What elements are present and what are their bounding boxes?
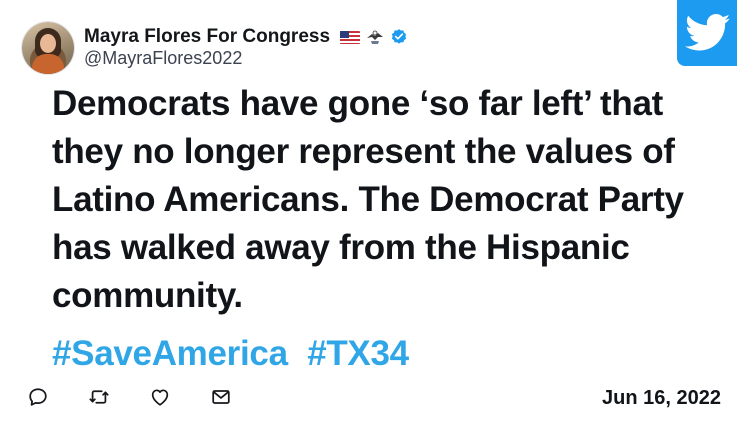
hashtag-link[interactable]: #SaveAmerica — [52, 334, 288, 373]
tweet-text-line: has walked away from the Hispanic — [52, 228, 630, 267]
like-button[interactable] — [148, 385, 172, 409]
tweet-text-line: Democrats have gone ‘so far left’ that — [52, 84, 663, 123]
verified-icon — [391, 29, 407, 44]
eagle-icon — [367, 30, 384, 44]
heart-icon — [151, 389, 169, 406]
hashtag-link[interactable]: #TX34 — [307, 334, 409, 373]
avatar-face — [40, 34, 56, 53]
twitter-bird-icon — [685, 14, 731, 51]
hashtags: #SaveAmerica #TX34 — [52, 332, 409, 376]
author-name-row: Mayra Flores For Congress — [84, 24, 408, 50]
tweet-text: Democrats have gone ‘so far left’ that t… — [52, 80, 737, 320]
retweet-icon — [89, 390, 109, 404]
tweet-card: Mayra Flores For Congress @MayraFlores20… — [0, 0, 737, 429]
avatar-body — [32, 54, 64, 74]
avatar[interactable] — [22, 22, 74, 74]
author-handle[interactable]: @MayraFlores2022 — [84, 48, 242, 69]
author-display-name[interactable]: Mayra Flores For Congress — [84, 26, 330, 48]
tweet-text-line: Latino Americans. The Democrat Party — [52, 180, 684, 219]
us-flag-icon — [340, 30, 361, 44]
twitter-logo — [677, 0, 737, 66]
tweet-actions — [26, 385, 233, 409]
reply-icon — [29, 388, 47, 406]
tweet-text-line: they no longer represent the values of — [52, 132, 675, 171]
mail-icon — [212, 390, 230, 404]
retweet-button[interactable] — [87, 385, 111, 409]
tweet-text-line: community. — [52, 276, 243, 315]
share-button[interactable] — [209, 385, 233, 409]
tweet-date[interactable]: Jun 16, 2022 — [602, 387, 721, 410]
reply-button[interactable] — [26, 385, 50, 409]
